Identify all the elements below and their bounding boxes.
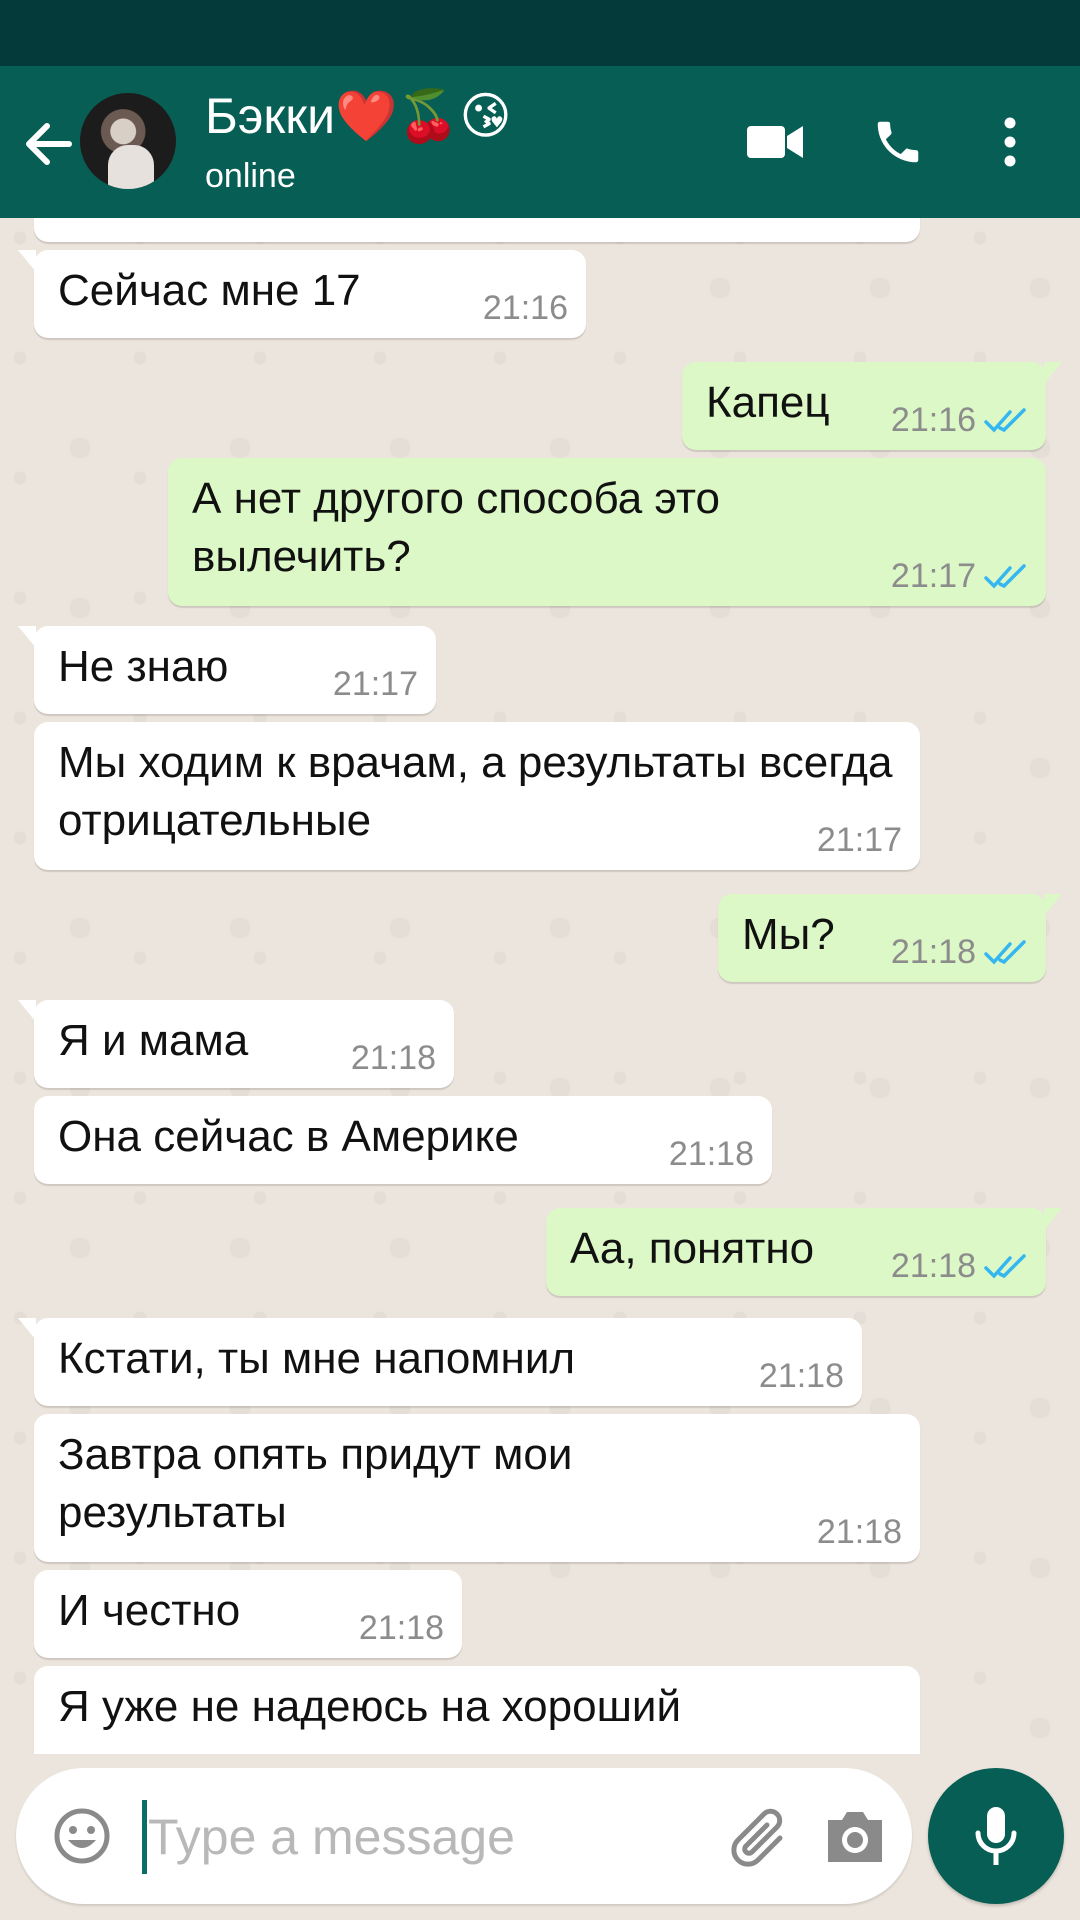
message-text: Она сейчас в Америке: [58, 1112, 519, 1161]
message-bubble[interactable]: Не знаю 21:17: [18, 626, 436, 714]
message-time: 21:18: [350, 1039, 436, 1077]
message-bubble[interactable]: Капец 21:16: [682, 362, 1062, 450]
message-time: 21:18: [890, 933, 976, 971]
more-vertical-icon[interactable]: [990, 112, 1030, 172]
message-text: Кстати, ты мне напомнил: [58, 1334, 576, 1383]
microphone-button[interactable]: [928, 1768, 1064, 1904]
message-input[interactable]: [148, 1792, 708, 1882]
message-text: Я уже не надеюсь на хороший: [58, 1682, 682, 1731]
message-bubble[interactable]: Я и мама 21:18: [18, 1000, 454, 1088]
message-text: Завтра опять придут мои результаты: [58, 1430, 573, 1537]
message-bubble[interactable]: Сейчас мне 17 21:16: [18, 250, 586, 338]
message-time: 21:18: [816, 1513, 902, 1551]
message-time: 21:16: [890, 401, 976, 439]
message-bubble[interactable]: Мы ходим к врачам, а результаты всегда о…: [34, 722, 920, 870]
contact-name[interactable]: Бэкки❤️🍒😘: [205, 86, 512, 146]
paperclip-icon[interactable]: [726, 1802, 796, 1872]
text-cursor: [142, 1800, 147, 1874]
message-bubble[interactable]: И честно 21:18: [34, 1570, 462, 1658]
camera-icon[interactable]: [824, 1806, 886, 1866]
message-time: 21:16: [482, 289, 568, 327]
message-compose-bar: [16, 1768, 912, 1904]
contact-status: online: [205, 157, 296, 195]
message-bubble-cut[interactable]: [34, 218, 920, 242]
message-bubble[interactable]: Аа, понятно 21:18: [546, 1208, 1062, 1296]
video-camera-icon[interactable]: [745, 112, 805, 172]
message-bubble[interactable]: Кстати, ты мне напомнил 21:18: [18, 1318, 862, 1406]
message-time: 21:18: [890, 1247, 976, 1285]
message-bubble[interactable]: Мы? 21:18: [718, 894, 1062, 982]
message-bubble[interactable]: Я уже не надеюсь на хороший: [34, 1666, 920, 1754]
double-check-icon: [984, 1254, 1026, 1279]
message-time: 21:18: [358, 1609, 444, 1647]
double-check-icon: [984, 564, 1026, 589]
arrow-left-icon[interactable]: [20, 116, 76, 172]
message-bubble[interactable]: Завтра опять придут мои результаты 21:18: [34, 1414, 920, 1562]
chat-area[interactable]: Сейчас мне 17 21:16 Капец 21:16 А нет др…: [0, 218, 1080, 1754]
message-bubble[interactable]: Она сейчас в Америке 21:18: [34, 1096, 772, 1184]
double-check-icon: [984, 940, 1026, 965]
status-bar: [0, 0, 1080, 66]
phone-icon[interactable]: [868, 112, 928, 172]
message-text: А нет другого способа это вылечить?: [192, 474, 720, 581]
message-time: 21:18: [758, 1357, 844, 1395]
message-time: 21:17: [890, 557, 976, 595]
microphone-icon: [975, 1807, 1017, 1865]
message-time: 21:17: [332, 665, 418, 703]
message-time: 21:17: [816, 821, 902, 859]
avatar[interactable]: [80, 93, 176, 189]
message-text: Мы ходим к врачам, а результаты всегда о…: [58, 738, 893, 845]
chat-header: Бэкки❤️🍒😘 online: [0, 66, 1080, 218]
message-time: 21:18: [668, 1135, 754, 1173]
double-check-icon: [984, 408, 1026, 433]
message-bubble[interactable]: А нет другого способа это вылечить? 21:1…: [168, 458, 1046, 606]
smiley-icon[interactable]: [52, 1806, 112, 1866]
